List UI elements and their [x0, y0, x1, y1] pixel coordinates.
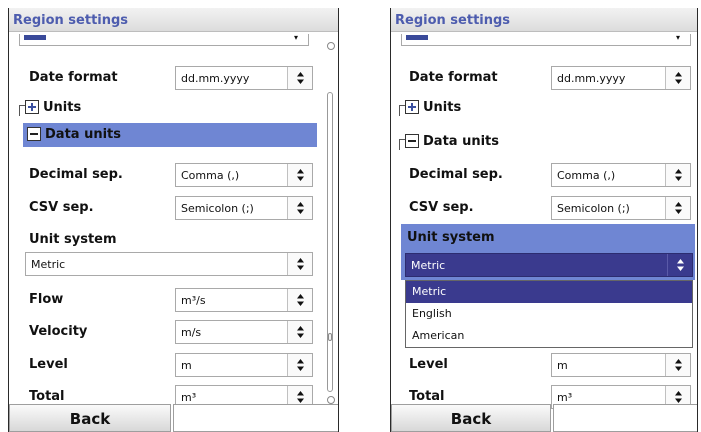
chevron-up-down-icon[interactable]	[287, 164, 312, 186]
units-section[interactable]: Units	[21, 96, 221, 120]
chevron-up-down-icon[interactable]	[287, 321, 312, 343]
date-format-label: Date format	[409, 70, 498, 85]
velocity-select[interactable]: m/s	[175, 320, 313, 344]
chevron-up-down-icon[interactable]	[287, 289, 312, 311]
secondary-softkey[interactable]	[173, 404, 338, 432]
scroll-down-icon[interactable]	[327, 396, 335, 404]
data-units-label: Data units	[45, 127, 121, 142]
decimal-sep-value: Comma (,)	[557, 169, 616, 182]
language-flag-icon	[24, 35, 46, 40]
unit-system-label: Unit system	[29, 232, 117, 247]
scroll-thumb[interactable]	[328, 333, 332, 341]
level-value: m	[181, 359, 192, 372]
unit-system-select[interactable]: Metric	[25, 252, 313, 276]
data-units-label: Data units	[423, 134, 499, 149]
chevron-down-icon: ▾	[675, 33, 680, 42]
velocity-value: m/s	[181, 326, 202, 339]
unit-system-option[interactable]: Metric	[406, 281, 692, 303]
page-title: Region settings	[391, 8, 697, 32]
minus-icon[interactable]	[405, 134, 419, 148]
chevron-up-down-icon[interactable]	[287, 67, 312, 89]
minus-icon[interactable]	[27, 127, 41, 141]
language-select-truncated[interactable]: ▾	[19, 34, 309, 46]
unit-system-value: Metric	[411, 259, 446, 272]
unit-system-select[interactable]: Metric	[405, 253, 693, 277]
decimal-sep-label: Decimal sep.	[409, 167, 503, 182]
date-format-value: dd.mm.yyyy	[557, 72, 626, 85]
level-select[interactable]: m	[175, 353, 313, 377]
date-format-value: dd.mm.yyyy	[181, 72, 250, 85]
csv-sep-label: CSV sep.	[409, 200, 474, 215]
date-format-select[interactable]: dd.mm.yyyy	[551, 66, 691, 90]
chevron-up-down-icon[interactable]	[287, 253, 312, 275]
units-section[interactable]: Units	[401, 96, 601, 120]
flow-value: m³/s	[181, 294, 206, 307]
chevron-up-down-icon[interactable]	[665, 164, 690, 186]
data-units-section[interactable]: Data units	[23, 123, 317, 147]
plus-icon[interactable]	[25, 100, 39, 114]
flow-select[interactable]: m³/s	[175, 288, 313, 312]
total-value: m³	[557, 391, 573, 404]
chevron-up-down-icon[interactable]	[287, 197, 312, 219]
vertical-scrollbar[interactable]	[327, 92, 333, 392]
csv-sep-select[interactable]: Semicolon (;)	[175, 196, 313, 220]
total-label: Total	[409, 389, 445, 404]
chevron-up-down-icon[interactable]	[665, 354, 690, 376]
unit-system-option[interactable]: English	[406, 303, 692, 325]
page-title: Region settings	[9, 8, 338, 32]
total-label: Total	[29, 389, 65, 404]
decimal-sep-select[interactable]: Comma (,)	[551, 163, 691, 187]
csv-sep-value: Semicolon (;)	[181, 202, 254, 215]
language-flag-icon	[406, 35, 428, 40]
unit-system-label: Unit system	[407, 230, 495, 245]
decimal-sep-value: Comma (,)	[181, 169, 240, 182]
region-settings-panel-left: Region settings ▾ Date format dd.mm.yyyy…	[8, 8, 339, 432]
chevron-up-down-icon[interactable]	[667, 254, 692, 276]
back-button[interactable]: Back	[391, 404, 551, 432]
chevron-up-down-icon[interactable]	[665, 197, 690, 219]
level-select[interactable]: m	[551, 353, 691, 377]
unit-system-value: Metric	[31, 258, 66, 271]
level-label: Level	[409, 357, 448, 372]
decimal-sep-label: Decimal sep.	[29, 167, 123, 182]
chevron-up-down-icon[interactable]	[665, 67, 690, 89]
csv-sep-value: Semicolon (;)	[557, 202, 630, 215]
decimal-sep-select[interactable]: Comma (,)	[175, 163, 313, 187]
csv-sep-select[interactable]: Semicolon (;)	[551, 196, 691, 220]
total-value: m³	[181, 391, 197, 404]
data-units-section[interactable]: Data units	[401, 130, 691, 154]
unit-system-option[interactable]: American	[406, 325, 692, 347]
secondary-softkey[interactable]	[553, 404, 697, 432]
scroll-up-icon[interactable]	[327, 42, 335, 50]
units-label: Units	[423, 100, 462, 115]
plus-icon[interactable]	[405, 100, 419, 114]
region-settings-panel-right: Region settings ▾ Date format dd.mm.yyyy…	[390, 8, 698, 432]
chevron-down-icon: ▾	[293, 33, 298, 42]
level-value: m	[557, 359, 568, 372]
csv-sep-label: CSV sep.	[29, 200, 94, 215]
level-label: Level	[29, 357, 68, 372]
back-button[interactable]: Back	[9, 404, 171, 432]
date-format-label: Date format	[29, 70, 118, 85]
chevron-up-down-icon[interactable]	[287, 354, 312, 376]
velocity-label: Velocity	[29, 324, 88, 339]
language-select-truncated[interactable]: ▾	[401, 34, 691, 46]
units-label: Units	[43, 100, 82, 115]
flow-label: Flow	[29, 292, 64, 307]
unit-system-dropdown-list: Metric English American	[405, 280, 693, 348]
date-format-select[interactable]: dd.mm.yyyy	[175, 66, 313, 90]
